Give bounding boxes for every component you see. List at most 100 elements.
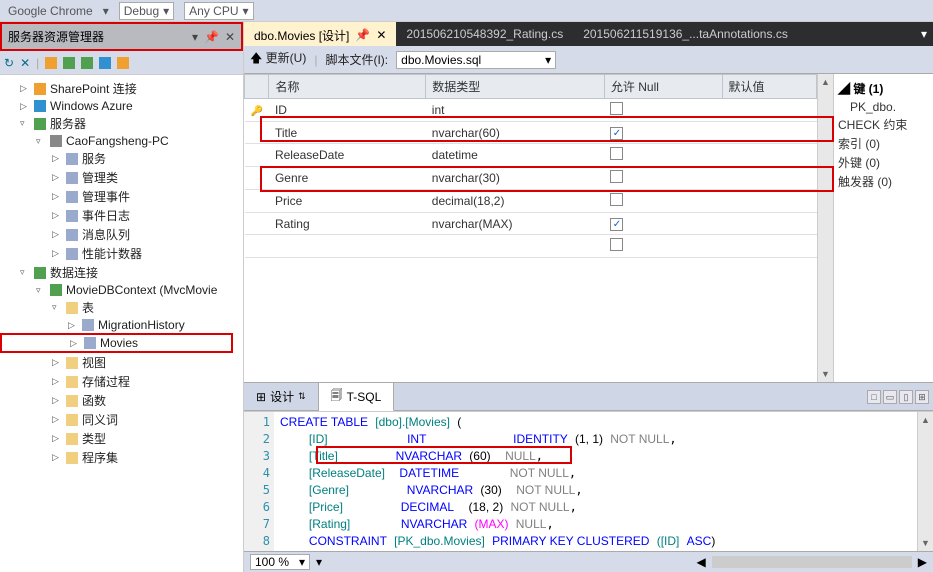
sql-editor[interactable]: 123456789 CREATE TABLE [dbo].[Movies] ( … — [244, 411, 933, 551]
tree-types[interactable]: ▷类型 — [0, 429, 243, 448]
cell-default[interactable] — [722, 144, 816, 167]
tree-pc[interactable]: ▿CaoFangsheng-PC — [0, 133, 243, 149]
trigger-item[interactable]: 触发器 (0) — [838, 172, 929, 191]
tree-msgqueue[interactable]: ▷消息队列 — [0, 225, 243, 244]
other-icon[interactable] — [117, 57, 129, 69]
tab-annotations[interactable]: 201506211519136_...taAnnotations.cs — [573, 22, 798, 46]
null-checkbox[interactable] — [610, 147, 623, 160]
cell-type[interactable]: decimal(18,2) — [426, 190, 605, 213]
db-icon[interactable] — [81, 57, 93, 69]
vscroll[interactable]: ▲▼ — [817, 74, 833, 382]
sql-code[interactable]: CREATE TABLE [dbo].[Movies] ( [ID] INT I… — [274, 412, 917, 551]
cell-type[interactable]: int — [426, 99, 605, 122]
check-item[interactable]: CHECK 约束 — [838, 115, 929, 134]
cell-null[interactable] — [604, 144, 722, 167]
azure-icon[interactable] — [99, 57, 111, 69]
cell-null[interactable] — [604, 99, 722, 122]
tree-eventlog[interactable]: ▷事件日志 — [0, 206, 243, 225]
server-icon[interactable] — [63, 57, 75, 69]
null-checkbox[interactable] — [610, 127, 623, 140]
stop-icon[interactable]: ✕ — [20, 56, 30, 70]
cell-default[interactable] — [722, 122, 816, 144]
cell-type[interactable]: nvarchar(MAX) — [426, 213, 605, 235]
table-row[interactable]: Pricedecimal(18,2) — [245, 190, 817, 213]
close-icon[interactable]: ✕ — [225, 30, 235, 44]
tree-movies[interactable]: ▷Movies — [0, 333, 233, 353]
null-checkbox[interactable] — [610, 193, 623, 206]
cell-default[interactable] — [722, 213, 816, 235]
null-checkbox[interactable] — [610, 170, 623, 183]
null-checkbox[interactable] — [610, 218, 623, 231]
table-row[interactable]: Titlenvarchar(60) — [245, 122, 817, 144]
table-row[interactable]: IDint — [245, 99, 817, 122]
hscroll-right[interactable]: ▶ — [918, 555, 927, 569]
refresh-icon[interactable]: ↻ — [4, 56, 14, 70]
cell-null[interactable] — [604, 122, 722, 144]
table-row[interactable]: ReleaseDatedatetime — [245, 144, 817, 167]
pk-item[interactable]: PK_dbo. — [838, 99, 929, 115]
null-checkbox[interactable] — [610, 102, 623, 115]
cell-default[interactable] — [722, 190, 816, 213]
cell-default[interactable] — [722, 167, 816, 190]
server-explorer-pane: 服务器资源管理器 ▾ 📌 ✕ ↻ ✕ | ▷SharePoint 连接 ▷Win… — [0, 22, 244, 572]
tab-overflow-icon[interactable]: ▾ — [915, 22, 933, 46]
zoom-combo[interactable]: 100 %▾ — [250, 554, 310, 570]
tree-sharepoint[interactable]: ▷SharePoint 连接 — [0, 79, 243, 98]
tree-assemblies[interactable]: ▷程序集 — [0, 448, 243, 467]
tree-dataconn[interactable]: ▿数据连接 — [0, 263, 243, 282]
pin-icon[interactable]: 📌 — [355, 28, 370, 42]
cell-name[interactable]: Title — [269, 122, 426, 144]
tab-design[interactable]: ⊞ 设计 ⇅ — [244, 383, 319, 410]
cell-type[interactable]: datetime — [426, 144, 605, 167]
server-explorer-title-bar: 服务器资源管理器 ▾ 📌 ✕ — [0, 22, 243, 51]
config-dropdown[interactable]: Debug▾ — [119, 2, 174, 20]
tree-azure[interactable]: ▷Windows Azure — [0, 98, 243, 114]
dropdown-arrow-icon[interactable]: ▾ — [103, 4, 109, 18]
dropdown-icon[interactable]: ▾ — [192, 30, 198, 44]
tab-tsql[interactable]: 🗐 T-SQL — [319, 383, 395, 411]
cell-null[interactable] — [604, 167, 722, 190]
cell-type[interactable]: nvarchar(30) — [426, 167, 605, 190]
tree-mgmt[interactable]: ▷管理类 — [0, 168, 243, 187]
tree-funcs[interactable]: ▷函数 — [0, 391, 243, 410]
cell-name[interactable]: ReleaseDate — [269, 144, 426, 167]
index-item[interactable]: 索引 (0) — [838, 134, 929, 153]
close-icon[interactable]: ✕ — [376, 28, 386, 42]
tree-server[interactable]: ▿服务器 — [0, 114, 243, 133]
cell-name[interactable]: ID — [269, 99, 426, 122]
tree-services[interactable]: ▷服务 — [0, 149, 243, 168]
table-row[interactable]: Ratingnvarchar(MAX) — [245, 213, 817, 235]
tree-dbcontext[interactable]: ▿MovieDBContext (MvcMovie — [0, 282, 243, 298]
cpu-dropdown[interactable]: Any CPU▾ — [184, 2, 253, 20]
scriptfile-combo[interactable]: dbo.Movies.sql▾ — [396, 51, 556, 69]
cell-type[interactable]: nvarchar(60) — [426, 122, 605, 144]
tree-views[interactable]: ▷视图 — [0, 353, 243, 372]
tree-migration[interactable]: ▷MigrationHistory — [0, 317, 243, 333]
cell-name[interactable]: Rating — [269, 213, 426, 235]
tree-synonyms[interactable]: ▷同义词 — [0, 410, 243, 429]
table-row[interactable]: Genrenvarchar(30) — [245, 167, 817, 190]
fk-item[interactable]: 外键 (0) — [838, 153, 929, 172]
keys-header[interactable]: ◢ 键 (1) — [838, 78, 929, 99]
tree-events[interactable]: ▷管理事件 — [0, 187, 243, 206]
cell-default[interactable] — [722, 99, 816, 122]
cell-null[interactable] — [604, 190, 722, 213]
tab-rating[interactable]: 201506210548392_Rating.cs — [396, 22, 573, 46]
pin-icon[interactable]: 📌 — [204, 30, 219, 44]
cell-null[interactable] — [604, 213, 722, 235]
tree-tables[interactable]: ▿表 — [0, 298, 243, 317]
sql-vscroll[interactable]: ▲▼ — [917, 412, 933, 551]
key-icon — [251, 103, 263, 117]
cell-name[interactable]: Genre — [269, 167, 426, 190]
line-gutter: 123456789 — [244, 412, 274, 551]
server-explorer-title: 服务器资源管理器 — [8, 28, 104, 45]
update-button[interactable]: 🡅 更新(U) — [250, 49, 306, 70]
tree-perf[interactable]: ▷性能计数器 — [0, 244, 243, 263]
browser-label: Google Chrome — [8, 4, 93, 18]
connect-icon[interactable] — [45, 57, 57, 69]
tree-sprocs[interactable]: ▷存储过程 — [0, 372, 243, 391]
cell-name[interactable]: Price — [269, 190, 426, 213]
layout-icons[interactable]: □▭▯⊞ — [863, 383, 933, 410]
hscroll-left[interactable]: ◀ — [697, 555, 706, 569]
tab-movies-design[interactable]: dbo.Movies [设计]📌✕ — [244, 22, 396, 46]
